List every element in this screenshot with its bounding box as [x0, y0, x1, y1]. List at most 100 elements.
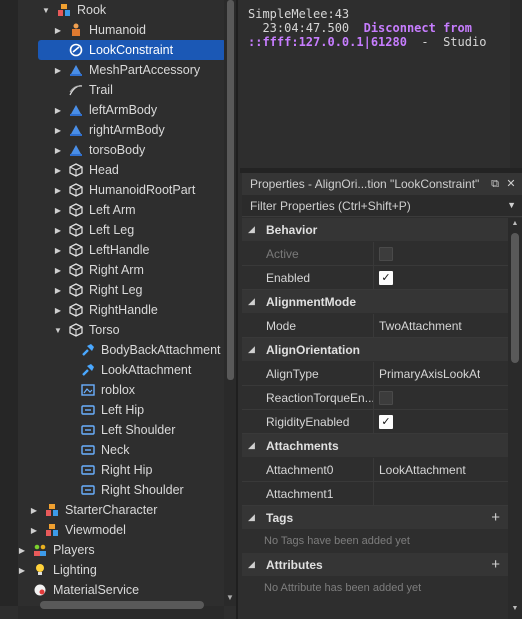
explorer-item[interactable]: ▶ Viewmodel [0, 520, 224, 540]
explorer-item[interactable]: ▶ torsoBody [0, 140, 224, 160]
explorer-item[interactable]: ▶ Lighting [0, 560, 224, 580]
property-row[interactable]: Active [242, 241, 508, 266]
explorer-item[interactable]: BodyBackAttachment [0, 340, 224, 360]
checkbox-empty[interactable] [379, 390, 393, 405]
explorer-item[interactable]: ▶ Right Arm [0, 260, 224, 280]
checkmark-icon[interactable]: ✓ [379, 414, 393, 429]
expand-right-icon[interactable]: ▶ [17, 545, 27, 555]
scroll-down-icon[interactable]: ▼ [509, 605, 521, 615]
property-row[interactable]: Attachment1 [242, 481, 508, 506]
property-row[interactable]: ReactionTorqueEn... [242, 385, 508, 410]
add-icon[interactable]: + [491, 556, 500, 573]
collapse-icon[interactable]: ◢ [248, 512, 260, 523]
explorer-item[interactable]: ▶ rightArmBody [0, 120, 224, 140]
section-alignmentmode[interactable]: ◢ AlignmentMode [242, 290, 508, 313]
property-row[interactable]: AlignType PrimaryAxisLookAt [242, 361, 508, 386]
explorer-item[interactable]: ▶ leftArmBody [0, 100, 224, 120]
property-row[interactable]: Attachment0 LookAttachment [242, 457, 508, 482]
explorer-item-label: RightHandle [89, 303, 158, 317]
expand-right-icon[interactable]: ▶ [53, 265, 63, 275]
expand-right-icon[interactable]: ▶ [53, 125, 63, 135]
explorer-item[interactable]: ▶ HumanoidRootPart [0, 180, 224, 200]
expand-right-icon[interactable]: ▶ [53, 105, 63, 115]
properties-scrollbar-thumb[interactable] [511, 233, 519, 363]
motor-icon [80, 442, 96, 458]
close-icon[interactable]: ✕ [504, 177, 518, 191]
property-checkbox[interactable]: ✓ [374, 270, 393, 285]
collapse-icon[interactable]: ◢ [248, 440, 260, 451]
explorer-item[interactable]: ▶ RightHandle [0, 300, 224, 320]
expand-right-icon[interactable]: ▶ [53, 185, 63, 195]
expand-right-icon[interactable]: ▶ [53, 165, 63, 175]
output-scrollbar[interactable] [510, 0, 522, 168]
property-checkbox[interactable] [374, 390, 393, 405]
property-row[interactable]: Mode TwoAttachment [242, 313, 508, 338]
collapse-icon[interactable]: ◢ [248, 344, 260, 355]
explorer-item[interactable]: ▶ StarterCharacter [0, 500, 224, 520]
explorer-item[interactable]: MaterialService [0, 580, 224, 600]
explorer-item[interactable]: Trail [0, 80, 224, 100]
checkbox-empty[interactable] [379, 246, 393, 261]
expand-right-icon[interactable]: ▶ [53, 205, 63, 215]
property-value[interactable]: PrimaryAxisLookAt [374, 367, 480, 381]
property-value[interactable]: LookAttachment [374, 463, 466, 477]
checkmark-icon[interactable]: ✓ [379, 270, 393, 285]
explorer-item[interactable]: ▶ LeftHandle [0, 240, 224, 260]
collapse-icon[interactable]: ◢ [248, 559, 260, 570]
explorer-item-label: StarterCharacter [65, 503, 158, 517]
expand-down-icon[interactable]: ▼ [41, 5, 51, 15]
explorer-item[interactable]: Left Shoulder [0, 420, 224, 440]
property-checkbox[interactable] [374, 246, 393, 261]
popout-icon[interactable]: ⧉ [488, 177, 502, 191]
section-behavior[interactable]: ◢ Behavior [242, 218, 508, 241]
explorer-scrollbar-thumb[interactable] [227, 0, 234, 380]
scroll-up-icon[interactable]: ▲ [509, 220, 521, 230]
explorer-item[interactable]: Right Hip [0, 460, 224, 480]
model-icon [44, 502, 60, 518]
section-attachments[interactable]: ◢ Attachments [242, 434, 508, 457]
expand-right-icon[interactable]: ▶ [53, 245, 63, 255]
explorer-item[interactable]: Left Hip [0, 400, 224, 420]
explorer-item-label: BodyBackAttachment [101, 343, 221, 357]
explorer-item[interactable]: ▶ Right Leg [0, 280, 224, 300]
property-row[interactable]: Enabled ✓ [242, 265, 508, 290]
expand-right-icon[interactable]: ▶ [53, 25, 63, 35]
explorer-item[interactable]: LookAttachment [0, 360, 224, 380]
explorer-item[interactable]: ▶ Left Arm [0, 200, 224, 220]
expand-down-icon[interactable]: ▼ [53, 325, 63, 335]
explorer-item[interactable]: roblox [0, 380, 224, 400]
expand-right-icon[interactable]: ▶ [53, 305, 63, 315]
scroll-down-icon[interactable]: ▼ [224, 592, 236, 604]
explorer-item[interactable]: Neck [0, 440, 224, 460]
expand-right-icon[interactable]: ▶ [53, 285, 63, 295]
property-checkbox[interactable]: ✓ [374, 414, 393, 429]
expand-right-icon[interactable]: ▶ [17, 565, 27, 575]
properties-panel: Properties - AlignOri...tion "LookConstr… [242, 173, 522, 619]
expand-right-icon[interactable]: ▶ [29, 505, 39, 515]
explorer-item[interactable]: ▶ MeshPartAccessory [0, 60, 224, 80]
explorer-item[interactable]: Right Shoulder [0, 480, 224, 500]
collapse-icon[interactable]: ◢ [248, 224, 260, 235]
explorer-item[interactable]: ▶ Head [0, 160, 224, 180]
explorer-item[interactable]: LookConstraint [38, 40, 226, 60]
explorer-item[interactable]: ▶ Left Leg [0, 220, 224, 240]
section-alignorientation[interactable]: ◢ AlignOrientation [242, 338, 508, 361]
section-tags[interactable]: ◢ Tags + [242, 506, 508, 529]
section-attributes[interactable]: ◢ Attributes + [242, 553, 508, 576]
explorer-item[interactable]: ▶ Humanoid [0, 20, 224, 40]
collapse-icon[interactable]: ◢ [248, 296, 260, 307]
property-row[interactable]: RigidityEnabled ✓ [242, 409, 508, 434]
explorer-item[interactable]: ▼ Torso [0, 320, 224, 340]
explorer-hscrollbar-thumb[interactable] [40, 601, 204, 609]
explorer-item[interactable]: ▼ Rook [0, 0, 224, 20]
filter-properties-input[interactable]: Filter Properties (Ctrl+Shift+P) ▼ [242, 195, 522, 217]
property-name: AlignType [242, 361, 374, 386]
expand-right-icon[interactable]: ▶ [53, 65, 63, 75]
add-icon[interactable]: + [491, 509, 500, 526]
chevron-down-icon[interactable]: ▼ [507, 200, 516, 210]
expand-right-icon[interactable]: ▶ [53, 145, 63, 155]
property-value[interactable]: TwoAttachment [374, 319, 462, 333]
explorer-item[interactable]: ▶ Players [0, 540, 224, 560]
expand-right-icon[interactable]: ▶ [53, 225, 63, 235]
expand-right-icon[interactable]: ▶ [29, 525, 39, 535]
